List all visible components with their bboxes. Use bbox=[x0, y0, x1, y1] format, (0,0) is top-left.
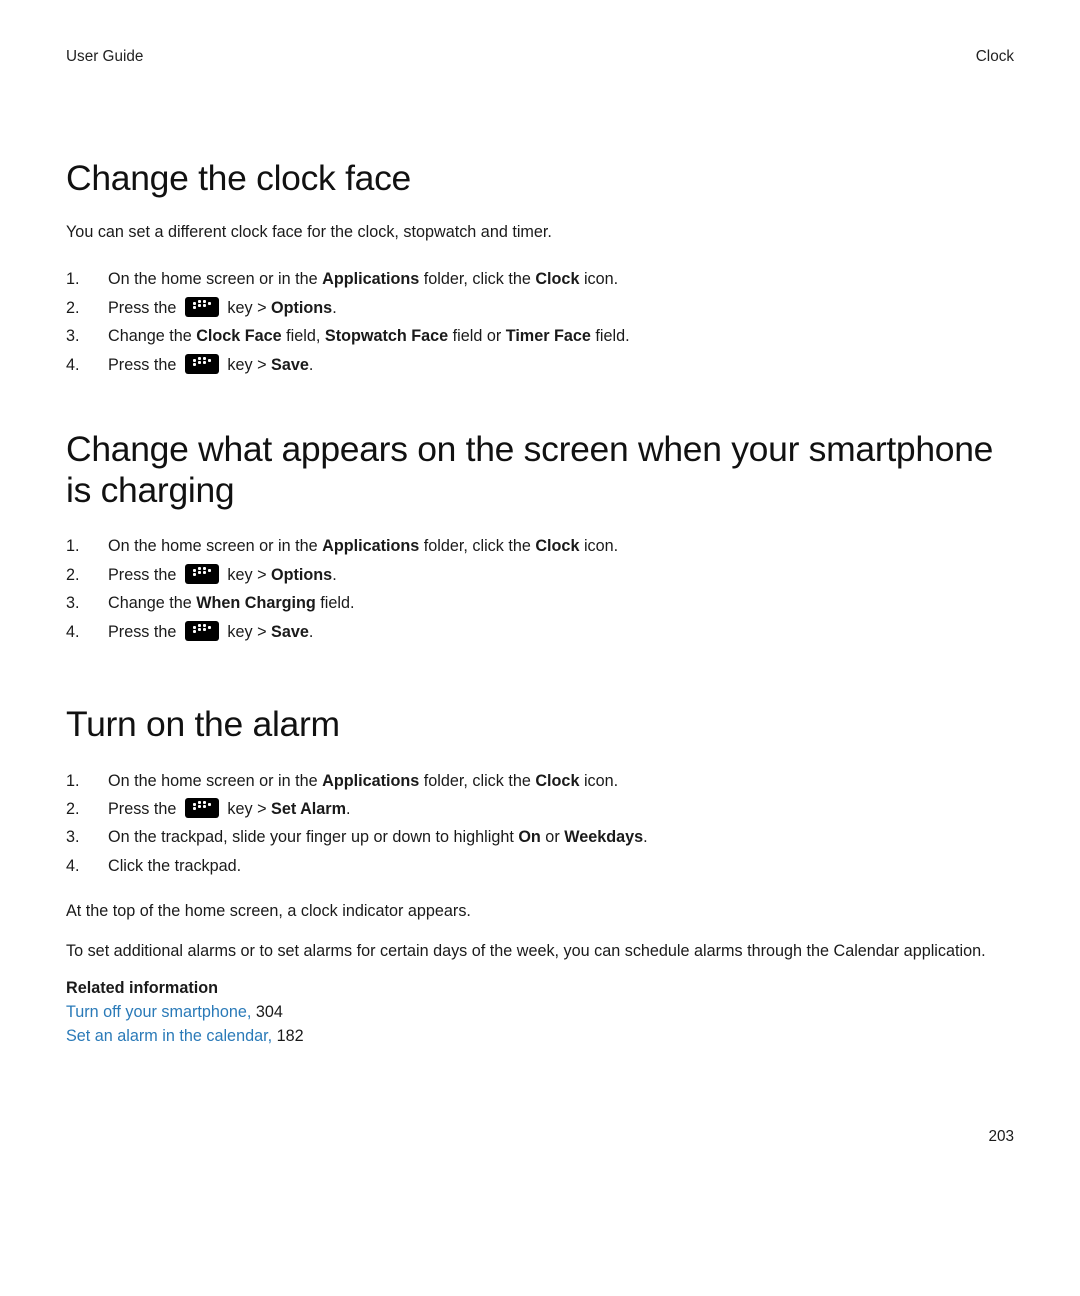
step: Press the key > Set Alarm. bbox=[66, 795, 1014, 823]
blackberry-key-icon bbox=[185, 798, 219, 818]
related-link: Set an alarm in the calendar, 182 bbox=[66, 1024, 1014, 1048]
steps-list: On the home screen or in the Application… bbox=[66, 532, 1014, 645]
link-page-number: 182 bbox=[277, 1027, 304, 1045]
step: Press the key > Options. bbox=[66, 294, 1014, 322]
step: Press the key > Save. bbox=[66, 618, 1014, 646]
section-intro: You can set a different clock face for t… bbox=[66, 221, 1014, 244]
step: On the home screen or in the Application… bbox=[66, 767, 1014, 795]
blackberry-key-icon bbox=[185, 564, 219, 584]
step: Change the Clock Face field, Stopwatch F… bbox=[66, 322, 1014, 350]
section-change-clock-face: Change the clock face You can set a diff… bbox=[66, 158, 1014, 379]
section-title: Change the clock face bbox=[66, 158, 1014, 199]
page-number: 203 bbox=[988, 1128, 1014, 1146]
page: User Guide Clock Change the clock face Y… bbox=[0, 0, 1080, 1296]
section-title: Change what appears on the screen when y… bbox=[66, 429, 1014, 511]
steps-list: On the home screen or in the Application… bbox=[66, 767, 1014, 880]
section-title: Turn on the alarm bbox=[66, 704, 1014, 745]
step: Press the key > Save. bbox=[66, 351, 1014, 379]
paragraph: To set additional alarms or to set alarm… bbox=[66, 940, 1014, 963]
step: Click the trackpad. bbox=[66, 852, 1014, 880]
header-left: User Guide bbox=[66, 48, 143, 66]
link-page-number: 304 bbox=[256, 1003, 283, 1021]
link-set-alarm-calendar[interactable]: Set an alarm in the calendar, bbox=[66, 1027, 272, 1045]
step: On the trackpad, slide your finger up or… bbox=[66, 823, 1014, 851]
steps-list: On the home screen or in the Application… bbox=[66, 265, 1014, 378]
blackberry-key-icon bbox=[185, 297, 219, 317]
related-information-heading: Related information bbox=[66, 979, 1014, 998]
step: On the home screen or in the Application… bbox=[66, 532, 1014, 560]
section-turn-on-alarm: Turn on the alarm On the home screen or … bbox=[66, 704, 1014, 1049]
step: On the home screen or in the Application… bbox=[66, 265, 1014, 293]
header-right: Clock bbox=[976, 48, 1014, 66]
section-change-charging-screen: Change what appears on the screen when y… bbox=[66, 429, 1014, 646]
step: Press the key > Options. bbox=[66, 561, 1014, 589]
related-link: Turn off your smartphone, 304 bbox=[66, 1000, 1014, 1024]
link-turn-off-smartphone[interactable]: Turn off your smartphone, bbox=[66, 1003, 251, 1021]
blackberry-key-icon bbox=[185, 354, 219, 374]
paragraph: At the top of the home screen, a clock i… bbox=[66, 900, 1014, 923]
page-header: User Guide Clock bbox=[66, 48, 1014, 66]
step: Change the When Charging field. bbox=[66, 589, 1014, 617]
blackberry-key-icon bbox=[185, 621, 219, 641]
